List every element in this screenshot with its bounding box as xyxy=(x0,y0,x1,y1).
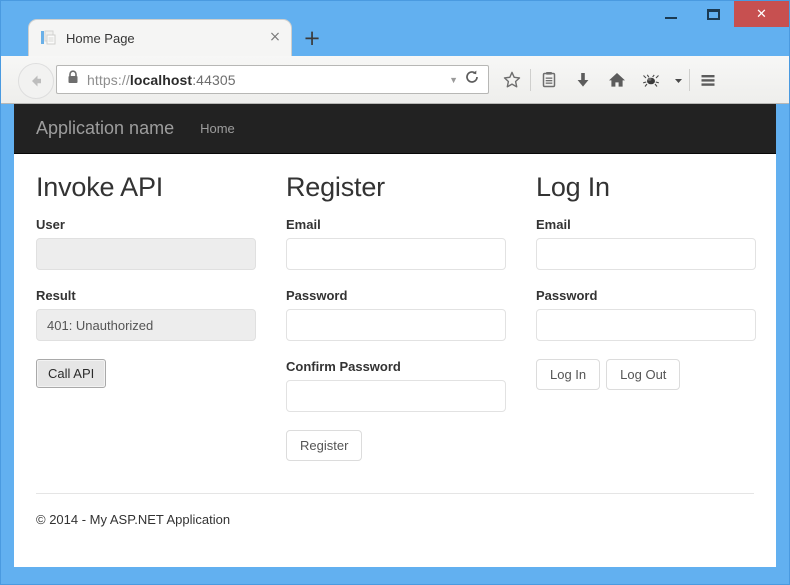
firebug-icon[interactable] xyxy=(634,65,668,95)
url-host: localhost xyxy=(129,71,193,88)
reload-icon[interactable] xyxy=(464,69,480,90)
document-favicon xyxy=(41,30,57,46)
hamburger-menu-icon[interactable] xyxy=(691,65,725,95)
lock-icon xyxy=(67,70,79,89)
column-invoke-api: Invoke API User Result 401: Unauthorized… xyxy=(36,172,286,461)
label-login-email: Email xyxy=(536,217,571,232)
browser-toolbar: https://localhost:44305 ▼ xyxy=(1,56,789,104)
label-result: Result xyxy=(36,288,76,303)
login-buttons: Log In Log Out xyxy=(536,359,776,390)
toolbar-icons xyxy=(495,65,725,95)
invoke-api-buttons: Call API xyxy=(36,359,286,388)
toolbar-separator xyxy=(530,69,531,91)
address-bar-url: https://localhost:44305 xyxy=(87,72,449,88)
register-button[interactable]: Register xyxy=(286,430,363,461)
form-columns: Invoke API User Result 401: Unauthorized… xyxy=(36,154,756,461)
register-buttons: Register xyxy=(286,430,536,461)
back-button[interactable] xyxy=(18,63,54,99)
navbar-brand[interactable]: Application name xyxy=(36,118,174,139)
login-password-input[interactable] xyxy=(536,309,756,341)
register-email-input[interactable] xyxy=(286,238,506,270)
label-register-email: Email xyxy=(286,217,321,232)
bookmark-star-icon[interactable] xyxy=(495,65,529,95)
call-api-button[interactable]: Call API xyxy=(36,359,107,388)
heading-register: Register xyxy=(286,172,385,202)
log-out-button[interactable]: Log Out xyxy=(606,359,681,390)
login-email-input[interactable] xyxy=(536,238,756,270)
result-value: 401: Unauthorized xyxy=(36,309,256,341)
label-user: User xyxy=(36,217,65,232)
reader-list-icon[interactable] xyxy=(532,65,566,95)
page-viewport: Application name Home Invoke API User Re… xyxy=(14,104,776,567)
heading-invoke-api: Invoke API xyxy=(36,172,164,202)
label-register-password: Password xyxy=(286,288,348,303)
tab-close-icon[interactable]: × xyxy=(267,30,283,46)
address-bar[interactable]: https://localhost:44305 ▼ xyxy=(56,65,489,94)
new-tab-button[interactable]: + xyxy=(301,28,323,50)
download-icon[interactable] xyxy=(566,65,600,95)
footer-copyright: © 2014 - My ASP.NET Application xyxy=(36,512,231,527)
site-navbar: Application name Home xyxy=(14,104,776,154)
url-port: :44305 xyxy=(192,71,236,88)
overflow-caret-icon[interactable] xyxy=(668,65,688,95)
minimize-icon xyxy=(665,17,677,19)
page-content: Invoke API User Result 401: Unauthorized… xyxy=(14,154,776,527)
column-log-in: Log In Email Password Log In Log Out xyxy=(536,172,776,461)
register-confirm-password-input[interactable] xyxy=(286,380,506,412)
address-bar-dropdown-icon[interactable]: ▼ xyxy=(449,75,458,85)
column-register: Register Email Password Confirm Password… xyxy=(286,172,536,461)
toolbar-separator xyxy=(689,69,690,91)
tab-title: Home Page xyxy=(66,30,135,46)
register-password-input[interactable] xyxy=(286,309,506,341)
nav-link-home[interactable]: Home xyxy=(200,121,235,136)
browser-window: ✕ Home Page × + https://localhost:44305 … xyxy=(0,0,790,585)
home-icon[interactable] xyxy=(600,65,634,95)
maximize-icon xyxy=(706,8,720,20)
tab-strip: Home Page × + xyxy=(1,20,789,56)
back-arrow-icon xyxy=(32,75,41,87)
heading-log-in: Log In xyxy=(536,172,610,202)
page-footer: © 2014 - My ASP.NET Application xyxy=(36,493,754,527)
user-input[interactable] xyxy=(36,238,256,270)
tab-home-page[interactable]: Home Page × xyxy=(29,20,291,56)
log-in-button[interactable]: Log In xyxy=(536,359,601,390)
label-register-confirm-password: Confirm Password xyxy=(286,359,401,374)
label-login-password: Password xyxy=(536,288,598,303)
url-scheme: https:// xyxy=(87,71,130,88)
